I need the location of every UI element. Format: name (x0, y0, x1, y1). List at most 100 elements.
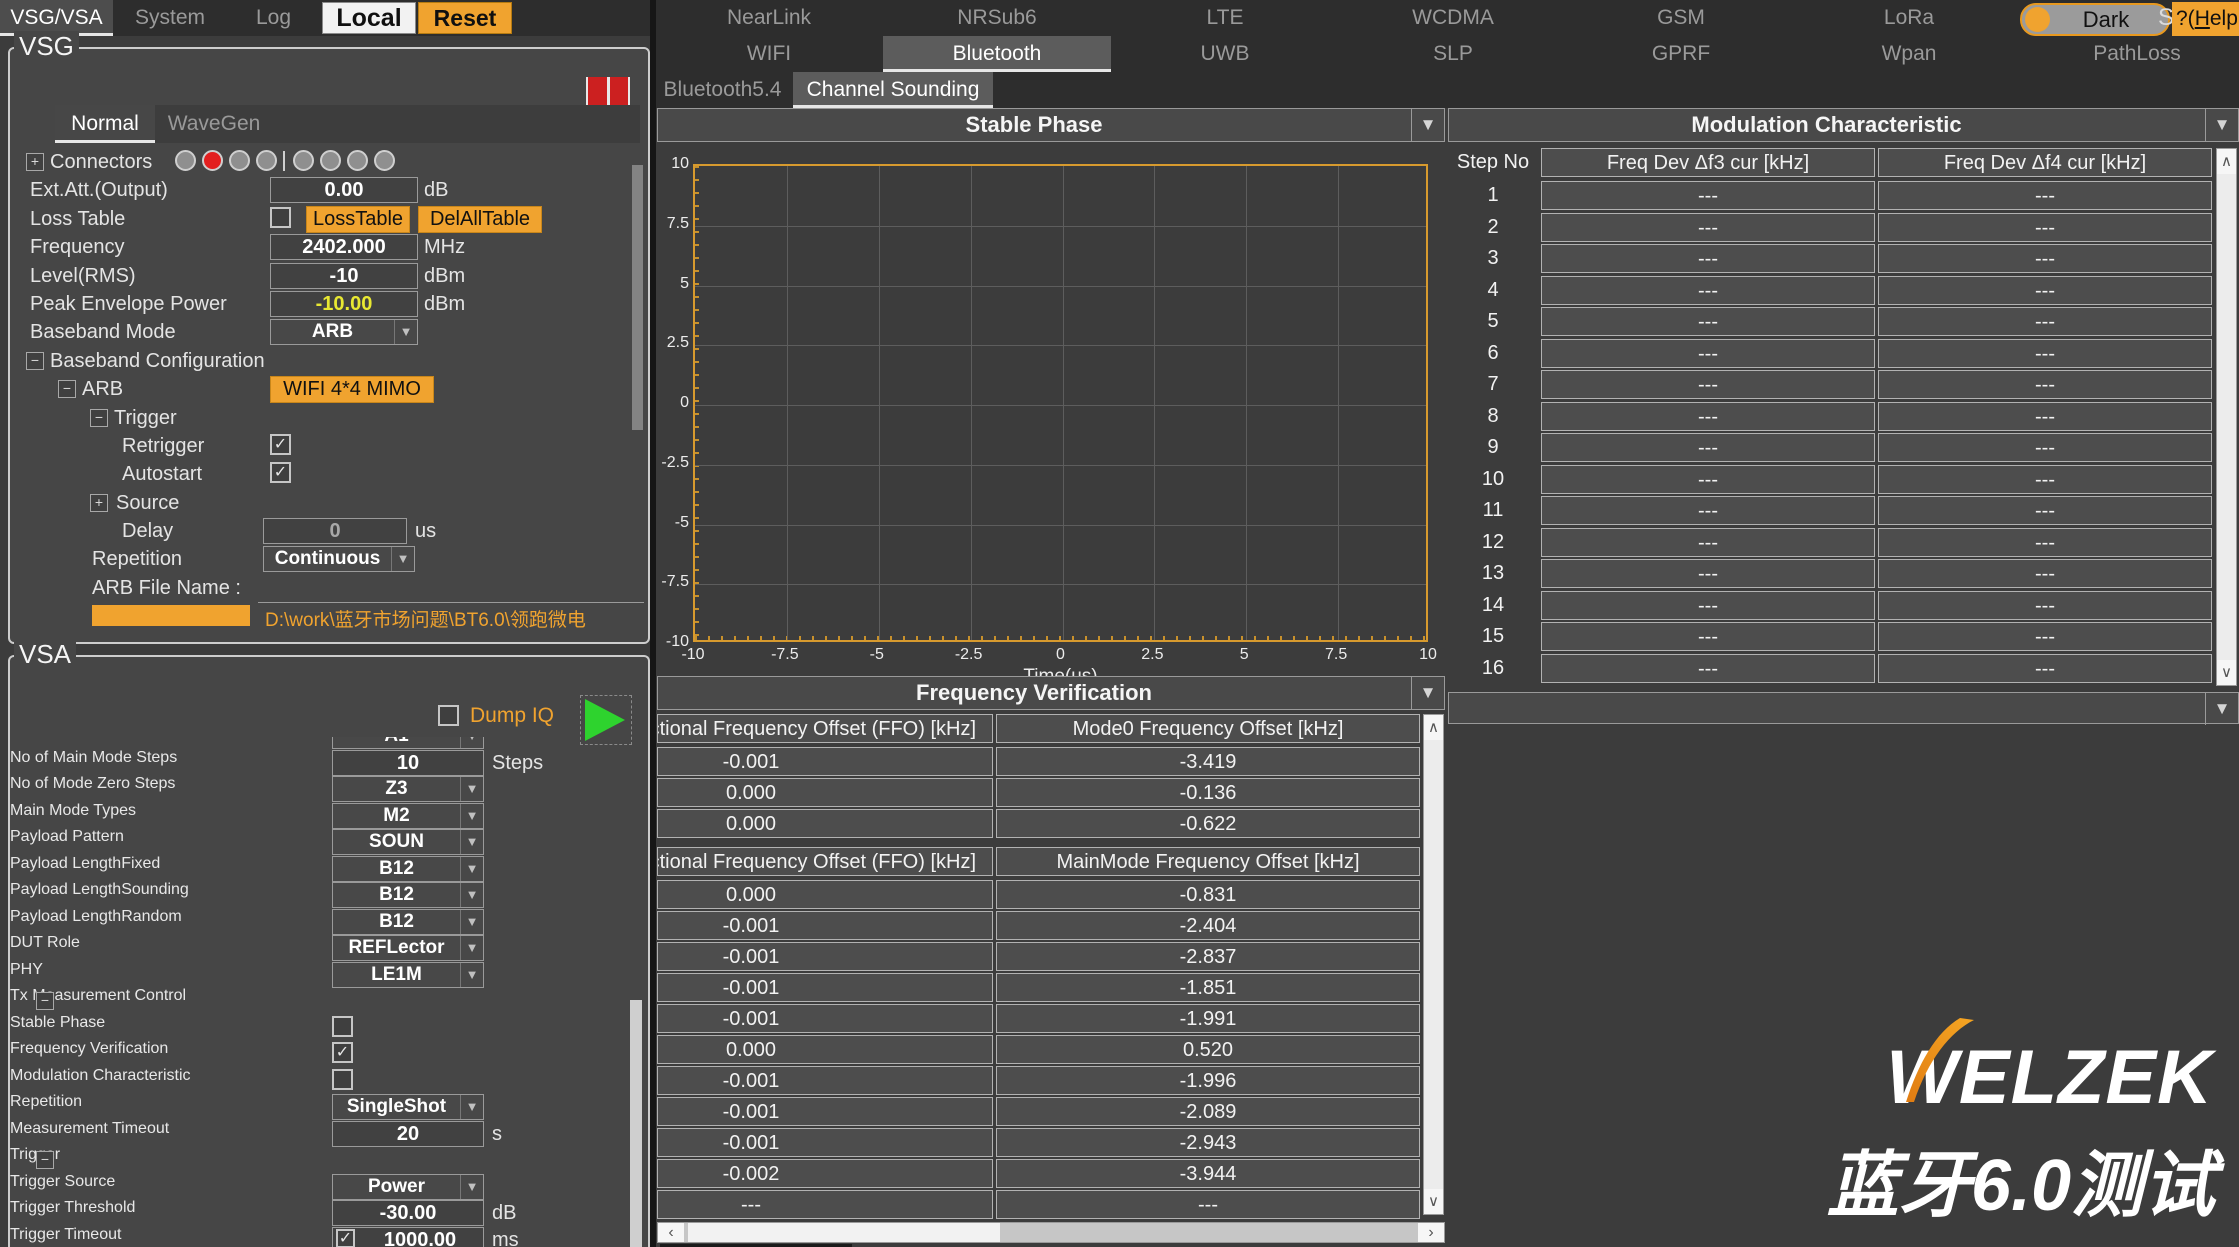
connector-led-8[interactable] (374, 150, 395, 171)
local-button[interactable]: Local (322, 2, 416, 34)
tab-pathloss[interactable]: PathLoss (2023, 36, 2239, 72)
frequency-verification-dropdown[interactable]: ▼ (1411, 677, 1444, 709)
tab-normal[interactable]: Normal (55, 105, 155, 143)
no-of-main-mode-steps-input[interactable]: 10 (332, 750, 484, 776)
help-button[interactable]: ?(Help (2172, 2, 2239, 36)
payload-lengthfixed-dropdown[interactable]: B12▼ (332, 856, 484, 882)
tab-slp[interactable]: SLP (1339, 36, 1567, 72)
tab-channel-sounding[interactable]: Channel Sounding (793, 72, 993, 108)
collapse-icon[interactable]: − (36, 1151, 54, 1169)
dropdown-value: REFLector (333, 936, 460, 960)
autostart-checkbox[interactable]: ✓ (270, 462, 291, 483)
stable-phase-chart: Time(us) 107.552.50-2.5-5-7.5-10-10-7.5-… (657, 144, 1445, 674)
gridline (695, 286, 1426, 287)
frequency-verification-checkbox[interactable]: ✓ (332, 1042, 353, 1063)
level-input[interactable]: -10 (270, 263, 418, 289)
chart-plot-area (693, 164, 1428, 642)
connector-led-2[interactable] (202, 150, 223, 171)
modulation-characteristic-checkbox[interactable] (332, 1069, 353, 1090)
y-tick-label: 7.5 (657, 215, 689, 233)
scroll-right-icon[interactable]: › (1418, 1223, 1444, 1242)
loss-table-button[interactable]: LossTable (306, 206, 410, 233)
connector-led-6[interactable] (320, 150, 341, 171)
payload-lengthrandom-dropdown[interactable]: B12▼ (332, 909, 484, 935)
tab-lora[interactable]: LoRa (1795, 0, 2023, 36)
scroll-down-icon[interactable]: ∨ (2217, 660, 2236, 685)
connector-led-3[interactable] (229, 150, 250, 171)
tab-bluetooth5-4[interactable]: Bluetooth5.4 (655, 72, 790, 108)
repetition-dropdown[interactable]: SingleShot▼ (332, 1094, 484, 1120)
table-cell: -3.944 (996, 1159, 1420, 1188)
measurement-timeout-input[interactable]: 20 (332, 1121, 484, 1147)
stable-phase-dropdown[interactable]: ▼ (1411, 109, 1444, 141)
arb-waveform-button[interactable]: WIFI 4*4 MIMO (270, 376, 434, 403)
dark-mode-toggle[interactable]: Dark (2020, 3, 2170, 36)
reset-button[interactable]: Reset (418, 2, 512, 34)
tab-nearlink[interactable]: NearLink (655, 0, 883, 36)
payload-pattern-dropdown[interactable]: SOUN▼ (332, 829, 484, 855)
freq-table-hscrollbar[interactable]: ‹ › (657, 1222, 1445, 1243)
dump-iq-checkbox[interactable] (438, 705, 459, 726)
tab-nrsub6[interactable]: NRSub6 (883, 0, 1111, 36)
tab-gprf[interactable]: GPRF (1567, 36, 1795, 72)
trigger-timeout-checkbox[interactable]: ✓ (336, 1229, 355, 1247)
trigger-source-dropdown[interactable]: Power▼ (332, 1174, 484, 1200)
expand-icon[interactable]: + (26, 153, 44, 171)
x-tick-label: -7.5 (763, 646, 807, 664)
no-of-mode-zero-steps-dropdown[interactable]: Z3▼ (332, 776, 484, 802)
tab-wavegen[interactable]: WaveGen (155, 105, 273, 143)
frequency-input[interactable]: 2402.000 (270, 234, 418, 260)
stable-phase-checkbox[interactable] (332, 1016, 353, 1037)
no-of-antenna-paths-dropdown[interactable]: A1▼ (332, 737, 484, 749)
scroll-up-icon[interactable]: ∧ (2217, 149, 2236, 174)
hscroll-thumb[interactable] (688, 1223, 1000, 1242)
collapse-icon[interactable]: − (26, 352, 44, 370)
connector-led-4[interactable] (256, 150, 277, 171)
frequency-verification-header: Frequency Verification ▼ (657, 676, 1445, 710)
expand-icon[interactable]: + (90, 494, 108, 512)
loss-table-checkbox[interactable] (270, 207, 291, 228)
payload-lengthsounding-dropdown[interactable]: B12▼ (332, 882, 484, 908)
tab-log[interactable]: Log (227, 0, 320, 36)
tab-wcdma[interactable]: WCDMA (1339, 0, 1567, 36)
table-cell: --- (1541, 559, 1875, 588)
trigger-threshold-input[interactable]: -30.00 (332, 1200, 484, 1226)
table-cell: -2.943 (996, 1128, 1420, 1157)
collapse-icon[interactable]: − (90, 409, 108, 427)
vsa-row-unit: dB (492, 1202, 516, 1225)
scroll-up-icon[interactable]: ∧ (1424, 715, 1443, 740)
tab-bluetooth[interactable]: Bluetooth (883, 36, 1111, 72)
main-mode-types-dropdown[interactable]: M2▼ (332, 803, 484, 829)
scroll-left-icon[interactable]: ‹ (658, 1223, 684, 1242)
retrigger-checkbox[interactable]: ✓ (270, 434, 291, 455)
connector-led-5[interactable] (293, 150, 314, 171)
tab-system[interactable]: System (113, 0, 227, 36)
mod-table-vscrollbar[interactable]: ∧ ∨ (2216, 148, 2237, 686)
del-all-table-button[interactable]: DelAllTable (418, 206, 542, 233)
phy-dropdown[interactable]: LE1M▼ (332, 962, 484, 988)
connector-led-1[interactable] (175, 150, 196, 171)
tab-lte[interactable]: LTE (1111, 0, 1339, 36)
step-no-cell: 11 (1448, 496, 1538, 525)
tab-gsm[interactable]: GSM (1567, 0, 1795, 36)
scroll-down-icon[interactable]: ∨ (1424, 1189, 1443, 1214)
tab-wifi[interactable]: WIFI (655, 36, 883, 72)
ext-att-input[interactable]: 0.00 (270, 177, 418, 203)
freq-table-vscrollbar[interactable]: ∧ ∨ (1423, 714, 1444, 1215)
repetition-dropdown[interactable]: Continuous ▼ (263, 546, 415, 572)
connector-led-7[interactable] (347, 150, 368, 171)
collapse-icon[interactable]: − (58, 380, 76, 398)
collapse-icon[interactable]: − (36, 992, 54, 1010)
empty-section-dropdown[interactable]: ▼ (2205, 693, 2238, 725)
table-cell: -0.001 (657, 973, 993, 1002)
tab-uwb[interactable]: UWB (1111, 36, 1339, 72)
table-cell: --- (1878, 402, 2212, 431)
arb-path-button[interactable] (92, 605, 250, 626)
modulation-characteristic-dropdown[interactable]: ▼ (2205, 109, 2238, 141)
baseband-mode-dropdown[interactable]: ARB ▼ (270, 319, 418, 345)
delay-input[interactable]: 0 (263, 518, 407, 544)
dut-role-dropdown[interactable]: REFLector▼ (332, 935, 484, 961)
x-tick-label: 2.5 (1130, 646, 1174, 664)
tab-wpan[interactable]: Wpan (1795, 36, 2023, 72)
loss-table-label: Loss Table (30, 208, 125, 231)
